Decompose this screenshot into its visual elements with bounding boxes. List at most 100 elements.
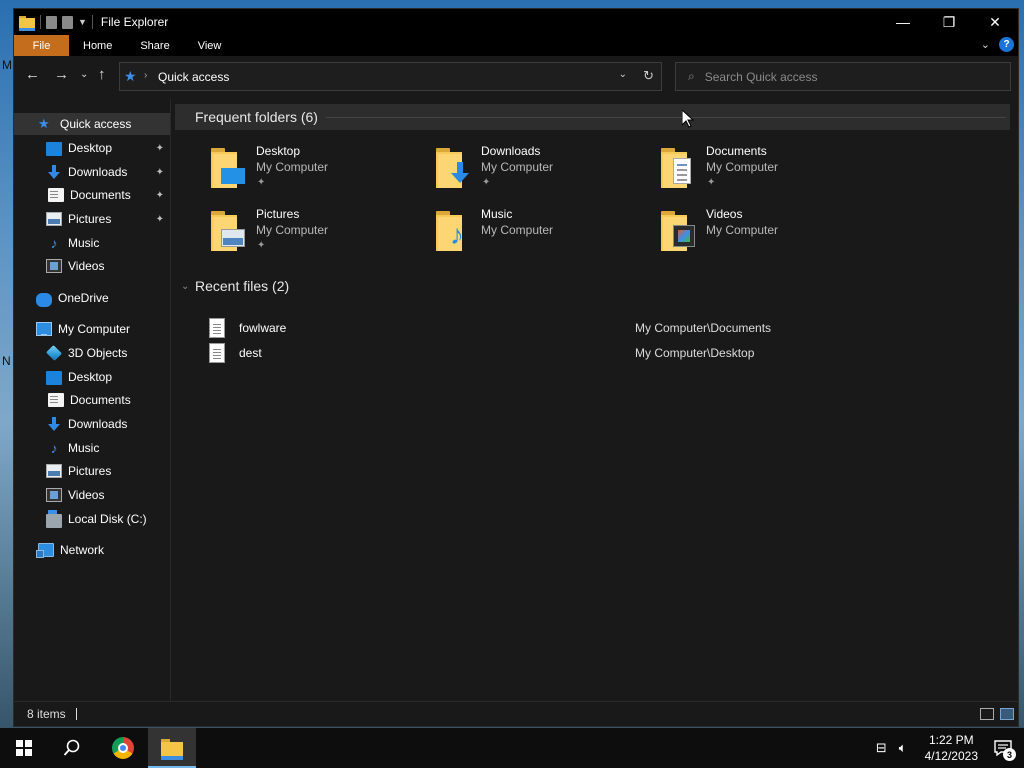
status-divider	[75, 708, 77, 720]
recent-files-header[interactable]: ⌄ Recent files (2)	[175, 273, 1010, 299]
up-button[interactable]: ↑	[98, 66, 106, 83]
sidebar-item-pc-pictures[interactable]: Pictures	[14, 460, 170, 482]
action-center-button[interactable]: 3	[988, 728, 1018, 768]
sidebar-item-my-computer[interactable]: My Computer	[14, 318, 170, 340]
sidebar-item-label: Pictures	[68, 212, 112, 226]
large-icons-view-icon[interactable]	[1000, 708, 1014, 720]
forward-button[interactable]: →	[54, 66, 69, 83]
help-icon[interactable]: ?	[999, 37, 1014, 52]
folder-tile-downloads[interactable]: Downloads My Computer ✦	[436, 142, 636, 198]
sidebar-item-pc-videos[interactable]: Videos	[14, 484, 170, 506]
pin-icon: ✦	[257, 177, 266, 188]
documents-icon	[48, 393, 64, 407]
pin-icon[interactable]: ✦	[156, 167, 164, 178]
recent-file-row[interactable]: fowlware My Computer\Documents	[209, 317, 1024, 339]
onedrive-cloud-icon	[36, 293, 52, 307]
search-taskbar-button[interactable]	[48, 728, 96, 768]
refresh-icon[interactable]: ↻	[643, 68, 654, 84]
system-tray: ⊟ 🔈︎ 1:22 PM 4/12/2023 3	[870, 728, 1024, 768]
sidebar-item-pc-music[interactable]: ♪ Music	[14, 437, 170, 459]
videos-folder-icon	[661, 211, 695, 251]
network-tray-icon[interactable]: ⊟	[876, 740, 887, 756]
start-button[interactable]	[0, 728, 48, 768]
sidebar-item-downloads[interactable]: Downloads ✦	[14, 161, 170, 183]
sidebar-item-network[interactable]: Network	[14, 539, 170, 561]
sidebar-item-label: Videos	[68, 488, 105, 502]
sidebar-item-pc-documents[interactable]: Documents	[14, 389, 170, 411]
clock-time: 1:22 PM	[928, 733, 974, 747]
folder-name: Music	[481, 207, 513, 221]
address-bar[interactable]: ★ › Quick access ⌄ ↻	[119, 62, 662, 91]
sidebar-item-videos[interactable]: Videos	[14, 255, 170, 277]
volume-icon[interactable]: 🔈︎	[899, 740, 907, 756]
recent-file-row[interactable]: dest My Computer\Desktop	[209, 342, 1024, 364]
music-icon: ♪	[50, 440, 58, 456]
search-icon: ⌕	[688, 69, 695, 83]
sidebar-item-local-disk[interactable]: Local Disk (C:)	[14, 508, 170, 530]
sidebar-item-music[interactable]: ♪ Music	[14, 232, 170, 254]
folder-tile-videos[interactable]: Videos My Computer	[661, 205, 861, 261]
tab-view[interactable]: View	[184, 35, 236, 56]
restore-button[interactable]: ❐	[926, 9, 972, 35]
sidebar-item-3d-objects[interactable]: 3D Objects	[14, 342, 170, 364]
sidebar-item-desktop[interactable]: Desktop ✦	[14, 137, 170, 159]
sidebar-item-pc-desktop[interactable]: Desktop	[14, 366, 170, 388]
desktop-icon	[46, 370, 62, 385]
breadcrumb-separator[interactable]: ›	[144, 70, 147, 81]
sidebar-item-onedrive[interactable]: OneDrive	[14, 287, 170, 309]
new-folder-icon[interactable]	[62, 15, 73, 29]
sidebar-item-label: Downloads	[68, 165, 128, 179]
group-header-label: Frequent folders (6)	[195, 109, 318, 125]
window-title: File Explorer	[100, 15, 169, 29]
customize-toolbar-icon[interactable]: ▼	[78, 17, 87, 27]
clock[interactable]: 1:22 PM 4/12/2023	[925, 732, 978, 764]
pin-icon[interactable]: ✦	[156, 143, 164, 154]
tab-file[interactable]: File	[14, 35, 69, 56]
desktop-edge-glyph: M	[2, 58, 12, 72]
folder-tile-pictures[interactable]: Pictures My Computer ✦	[211, 205, 411, 261]
recent-file-path: My Computer\Desktop	[635, 346, 755, 360]
chrome-taskbar-button[interactable]	[99, 728, 147, 768]
folder-tile-documents[interactable]: Documents My Computer ✦	[661, 142, 861, 198]
status-bar: 8 items	[14, 701, 1018, 726]
sidebar-item-label: 3D Objects	[68, 346, 128, 360]
notification-count-badge: 3	[1003, 748, 1016, 761]
breadcrumb-quick-access[interactable]: Quick access	[158, 70, 229, 84]
search-icon	[63, 739, 80, 756]
folder-location: My Computer	[481, 223, 554, 237]
frequent-folders-header[interactable]: Frequent folders (6)	[175, 104, 1010, 130]
sidebar-item-pictures[interactable]: Pictures ✦	[14, 208, 170, 230]
properties-icon[interactable]	[46, 15, 57, 29]
sidebar-item-label: Downloads	[68, 417, 128, 431]
sidebar-item-label: Videos	[68, 259, 105, 273]
folder-tile-desktop[interactable]: Desktop My Computer ✦	[211, 142, 411, 198]
search-box[interactable]: ⌕	[675, 62, 1011, 91]
tab-home[interactable]: Home	[69, 35, 126, 56]
close-button[interactable]: ✕	[972, 9, 1018, 35]
computer-icon	[36, 322, 52, 336]
taskbar: ⊟ 🔈︎ 1:22 PM 4/12/2023 3	[0, 728, 1024, 768]
collapse-chevron-icon[interactable]: ⌄	[181, 281, 195, 292]
details-view-icon[interactable]	[980, 708, 994, 720]
sidebar-item-pc-downloads[interactable]: Downloads	[14, 413, 170, 435]
back-button[interactable]: ←	[25, 66, 40, 83]
address-dropdown-icon[interactable]: ⌄	[619, 69, 627, 80]
sidebar-item-quick-access[interactable]: ★ Quick access	[14, 113, 170, 135]
desktop-edge-glyph: N	[2, 354, 11, 368]
tab-share[interactable]: Share	[126, 35, 183, 56]
recent-locations-button[interactable]: ⌄	[80, 69, 88, 80]
pin-icon[interactable]: ✦	[156, 190, 164, 201]
minimize-button[interactable]: —	[880, 9, 926, 35]
item-count: 8 items	[27, 707, 66, 721]
downloads-folder-icon	[436, 148, 470, 188]
sidebar-item-documents[interactable]: Documents ✦	[14, 184, 170, 206]
search-input[interactable]	[704, 69, 985, 84]
recent-file-path: My Computer\Documents	[635, 321, 772, 335]
expand-ribbon-icon[interactable]: ⌄	[981, 38, 990, 51]
folder-location: My Computer	[706, 223, 779, 237]
pin-icon[interactable]: ✦	[156, 214, 164, 225]
toolbar-divider	[91, 15, 93, 29]
folder-name: Documents	[706, 144, 767, 158]
file-explorer-taskbar-button[interactable]	[148, 728, 196, 768]
folder-tile-music[interactable]: ♪ Music My Computer	[436, 205, 636, 261]
